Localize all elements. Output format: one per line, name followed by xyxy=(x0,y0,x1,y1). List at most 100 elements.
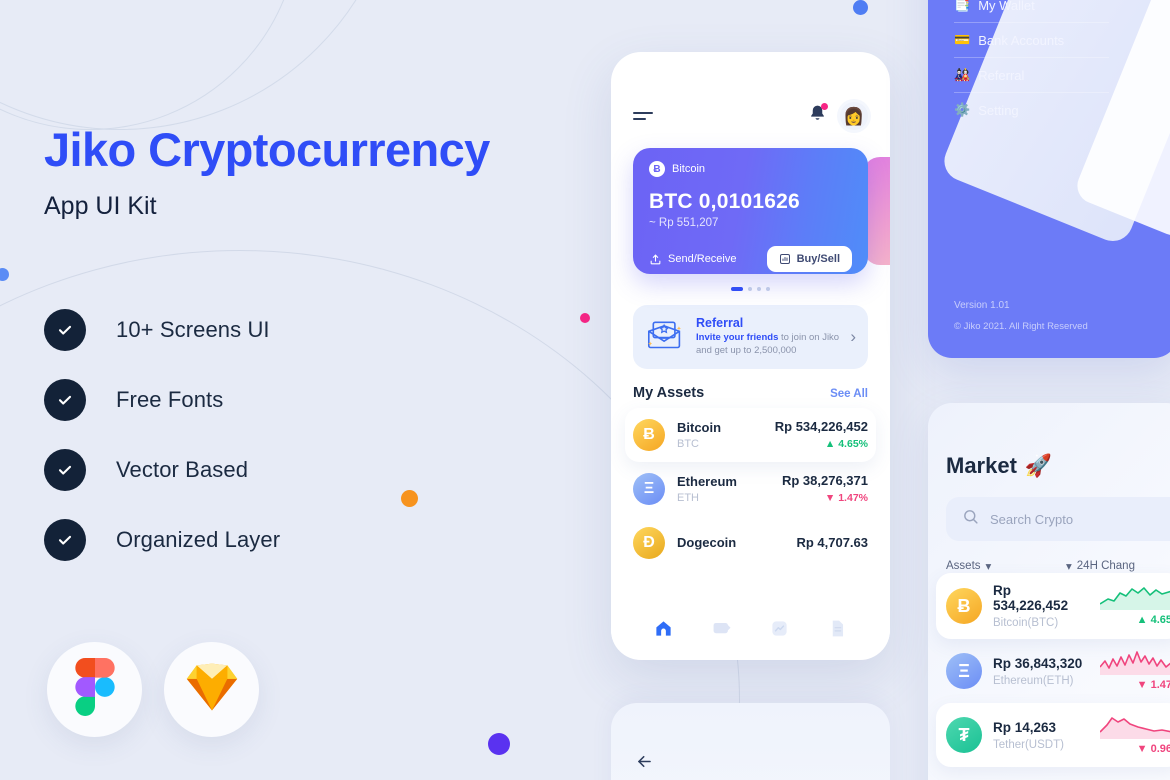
feature-label: 10+ Screens UI xyxy=(116,317,270,342)
pager-dot[interactable] xyxy=(748,287,752,291)
table-row[interactable]: ₮ Rp 14,263 Tether(USDT) ▼ 0.96 xyxy=(936,703,1170,767)
market-change: ▼ 1.47 xyxy=(1136,679,1170,691)
feature-label: Organized Layer xyxy=(116,527,281,552)
market-title-row: Market 🚀 xyxy=(946,453,1170,479)
home-icon[interactable] xyxy=(653,617,675,639)
table-row[interactable]: Ƀ Rp 534,226,452 Bitcoin(BTC) ▲ 4.65 xyxy=(936,573,1170,639)
market-change: ▼ 0.96 xyxy=(1136,743,1170,755)
assets-title: My Assets xyxy=(633,384,705,401)
asset-values: Rp 38,276,371 ▼ 1.47% xyxy=(782,473,868,504)
asset-value: Rp 4,707.63 xyxy=(796,535,868,551)
notification-badge xyxy=(821,103,828,110)
dot-purple xyxy=(488,733,510,755)
bitcoin-icon: Ƀ xyxy=(946,588,982,624)
table-row[interactable]: Ξ Ethereum ETH Rp 38,276,371 ▼ 1.47% xyxy=(625,462,876,516)
market-info: Rp 14,263 Tether(USDT) xyxy=(993,720,1064,751)
gear-icon: ⚙️ xyxy=(954,102,971,117)
bell-icon[interactable] xyxy=(808,103,828,128)
referral-card[interactable]: Referral Invite your friends to join on … xyxy=(633,305,868,369)
drawer-panel: 📑 My Wallet 💳 Bank Accounts 🎎 Referral ⚙… xyxy=(928,0,1170,358)
table-row[interactable]: Ƀ Bitcoin BTC Rp 534,226,452 ▲ 4.65% xyxy=(625,407,876,462)
asset-name: Bitcoin xyxy=(677,419,722,435)
bottom-navigation xyxy=(611,606,890,650)
drawer-item-referral[interactable]: 🎎 Referral xyxy=(954,58,1109,92)
rocket-icon: 🚀 xyxy=(1024,453,1053,478)
figma-badge xyxy=(47,642,142,737)
chevron-right-icon[interactable]: › xyxy=(850,327,856,347)
check-icon xyxy=(44,379,86,421)
asset-names: Bitcoin BTC xyxy=(677,420,721,450)
pager-dot[interactable] xyxy=(766,287,770,291)
search-icon xyxy=(962,508,979,530)
see-all-link[interactable]: See All xyxy=(830,388,868,400)
drawer-item-label: Bank Accounts xyxy=(978,32,1065,48)
balance-fiat: ~ Rp 551,207 xyxy=(649,217,719,229)
drawer-footer: Version 1.01 © Jiko 2021. All Right Rese… xyxy=(954,300,1088,332)
list-item: 10+ Screens UI xyxy=(44,295,280,365)
asset-change: ▲ 4.65% xyxy=(824,438,868,451)
carousel-pager[interactable] xyxy=(611,287,890,291)
transfer-icon[interactable] xyxy=(711,617,733,639)
pager-dot[interactable] xyxy=(757,287,761,291)
asset-value: Rp 534,226,452 xyxy=(774,419,868,435)
search-input[interactable]: Search Crypto xyxy=(990,512,1073,527)
drawer-item-bank-accounts[interactable]: 💳 Bank Accounts xyxy=(954,23,1109,57)
table-row[interactable]: Ð Dogecoin Rp 4,707.63 xyxy=(625,516,876,570)
market-name: Bitcoin(BTC) xyxy=(993,617,1059,629)
market-panel: Market 🚀 Search Crypto Assets ▾ ▾ 24H Ch… xyxy=(928,403,1170,780)
pager-dot[interactable] xyxy=(731,287,743,291)
balance-actions: Send/Receive Buy/Sell xyxy=(649,246,852,272)
drawer-item-label: Setting xyxy=(978,102,1019,118)
referral-body-bold: Invite your friends xyxy=(696,332,779,343)
buy-sell-label: Buy/Sell xyxy=(796,253,840,265)
asset-names: Ethereum ETH xyxy=(677,474,737,504)
drawer-item-setting[interactable]: ⚙️ Setting xyxy=(954,93,1109,127)
version-label: Version 1.01 xyxy=(954,300,1010,311)
avatar[interactable]: 👩 xyxy=(840,102,868,130)
drawer-item-label: My Wallet xyxy=(978,0,1035,13)
chart-icon[interactable] xyxy=(768,617,790,639)
market-column-headers: Assets ▾ ▾ 24H Chang xyxy=(946,559,1170,573)
document-icon[interactable] xyxy=(826,617,848,639)
list-item: Free Fonts xyxy=(44,365,280,435)
sketch-badge xyxy=(164,642,259,737)
balance-amount: BTC 0,0101626 xyxy=(649,190,800,213)
hamburger-icon[interactable] xyxy=(633,112,653,120)
ethereum-icon: Ξ xyxy=(633,472,665,505)
send-receive-label: Send/Receive xyxy=(668,253,737,265)
back-arrow-icon[interactable] xyxy=(635,752,654,776)
market-price: Rp 36,843,320 xyxy=(993,655,1083,671)
drawer-menu: 📑 My Wallet 💳 Bank Accounts 🎎 Referral ⚙… xyxy=(954,0,1109,127)
market-name: Tether(USDT) xyxy=(993,738,1064,751)
check-icon xyxy=(44,449,86,491)
check-icon xyxy=(44,309,86,351)
bitcoin-icon: Ƀ xyxy=(649,161,665,177)
asset-list: Ƀ Bitcoin BTC Rp 534,226,452 ▲ 4.65% Ξ E… xyxy=(611,407,890,570)
asset-values: Rp 4,707.63 xyxy=(796,535,868,550)
table-row[interactable]: Ξ Rp 36,843,320 Ethereum(ETH) ▼ 1.47 xyxy=(936,639,1170,703)
dot-blue-top-right xyxy=(853,0,868,15)
asset-ticker: ETH xyxy=(677,491,699,504)
dot-blue-left xyxy=(0,268,9,281)
market-info: Rp 534,226,452 Bitcoin(BTC) xyxy=(993,583,1089,629)
check-icon xyxy=(44,519,86,561)
buy-sell-button[interactable]: Buy/Sell xyxy=(766,246,852,272)
copyright-label: © Jiko 2021. All Right Reserved xyxy=(954,321,1088,332)
dogecoin-icon: Ð xyxy=(633,526,665,559)
asset-ticker: BTC xyxy=(677,437,699,450)
balance-card-carousel: Ƀ Bitcoin BTC 0,0101626 ~ Rp 551,207 Sen… xyxy=(611,148,890,276)
tether-icon: ₮ xyxy=(946,717,982,753)
sketch-logo-icon xyxy=(185,662,239,717)
asset-name: Ethereum xyxy=(677,473,737,489)
decorative-ring-small xyxy=(0,0,300,130)
assets-column-header[interactable]: Assets ▾ xyxy=(946,559,1066,573)
search-crypto-box[interactable]: Search Crypto xyxy=(946,497,1170,541)
sparkline-down: ▼ 0.96 xyxy=(1100,713,1170,757)
send-receive-button[interactable]: Send/Receive xyxy=(649,253,737,266)
market-info: Rp 36,843,320 Ethereum(ETH) xyxy=(993,656,1082,687)
balance-card-bitcoin[interactable]: Ƀ Bitcoin BTC 0,0101626 ~ Rp 551,207 Sen… xyxy=(633,148,868,274)
figma-logo-icon xyxy=(74,658,115,721)
change-column-header[interactable]: ▾ 24H Chang xyxy=(1066,559,1135,573)
change-column-label: 24H Chang xyxy=(1076,560,1135,572)
drawer-item-my-wallet[interactable]: 📑 My Wallet xyxy=(954,0,1109,22)
